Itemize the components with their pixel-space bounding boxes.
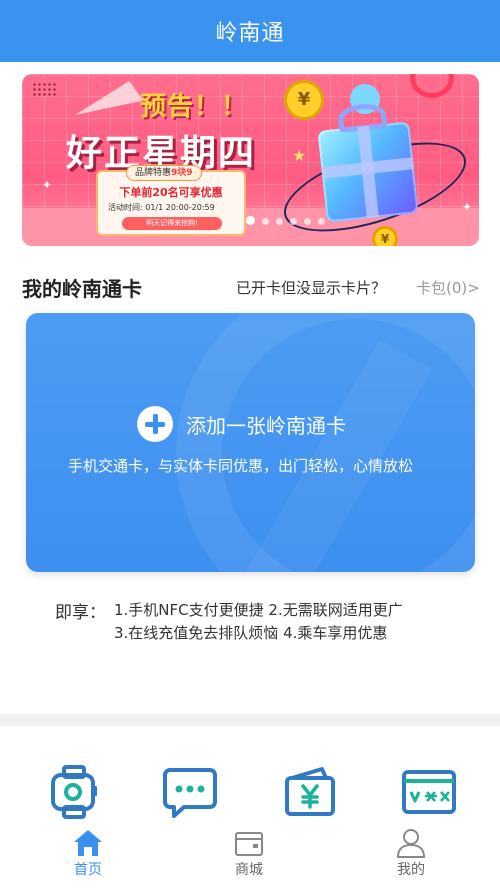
banner-pagination[interactable] — [246, 210, 332, 229]
missing-card-link[interactable]: 已开卡但没显示卡片？ — [236, 277, 386, 298]
promo-tag-price: 9块9 — [171, 168, 193, 178]
banner-preview-text: 预告！！ — [140, 92, 249, 122]
add-card-label[interactable]: 添加一张岭南通卡 — [186, 410, 346, 439]
promo-tag-prefix: 品牌特惠 — [135, 168, 172, 178]
card-wallet-link[interactable]: 卡包(0)> — [416, 277, 480, 298]
tab-home[interactable]: 首页 — [53, 828, 123, 884]
benefits-line: 3.在线充值免去排队烦恼 4.乘车享用优惠 — [114, 624, 388, 642]
pagination-dot[interactable] — [262, 218, 269, 225]
chat-shortcut-button[interactable] — [162, 764, 218, 820]
smartwatch-shortcut-button[interactable] — [46, 764, 102, 820]
pagination-dot[interactable] — [304, 218, 311, 225]
gold-coin-small-icon: ¥ — [372, 226, 398, 246]
smartwatch-icon — [51, 765, 97, 819]
promo-card: 品牌特惠9块9 下单前20名可享优惠 活动时间: 01/1 20:00-20:5… — [96, 165, 246, 236]
star-icon: ★ — [292, 146, 307, 165]
tab-home-label: 首页 — [74, 862, 102, 878]
pagination-dot-active[interactable] — [246, 216, 255, 225]
promo-banner[interactable]: ¥ ¥ ✦ ★ ✦ 预告！！ 好正星期四 品牌特惠9块9 下单前20名可享优惠 … — [22, 74, 479, 246]
promo-tag: 品牌特惠9块9 — [126, 165, 202, 181]
promo-reminder-button: 明天记得来抢购! — [122, 217, 222, 230]
user-profile-icon — [396, 829, 426, 858]
tab-me-label: 我的 — [397, 862, 425, 878]
tab-mall-label: 商城 — [235, 862, 263, 878]
shop-card-icon — [235, 832, 263, 856]
sparkle-icon: ✦ — [462, 200, 473, 214]
pagination-dot[interactable] — [276, 218, 283, 225]
promo-time-text: 活动时间: 01/1 20:00-20:59 — [108, 203, 215, 212]
sparkle-icon: ✦ — [42, 178, 53, 192]
app-header: 岭南通 — [0, 0, 500, 62]
pagination-dot[interactable] — [318, 218, 325, 225]
voucher-ticket-icon — [402, 770, 456, 814]
chat-message-icon — [163, 768, 217, 818]
gold-coin-icon: ¥ — [284, 80, 324, 120]
tab-mall[interactable]: 商城 — [214, 828, 284, 884]
promo-offer-text: 下单前20名可享优惠 — [119, 186, 223, 199]
add-card-panel[interactable]: 添加一张岭南通卡 手机交通卡，与实体卡同优惠，出门轻松，心情放松 — [26, 313, 475, 572]
banner-dots-decoration — [32, 82, 58, 96]
plus-circle-icon[interactable] — [137, 406, 173, 442]
benefits-label: 即享： — [55, 603, 106, 623]
gift-box-icon — [317, 101, 419, 223]
wallet-shortcut-button[interactable] — [282, 764, 338, 820]
home-icon — [74, 830, 102, 856]
pagination-dot[interactable] — [290, 218, 297, 225]
benefits-line: 1.手机NFC支付更便捷 2.无需联网适用更广 — [114, 601, 403, 619]
voucher-shortcut-button[interactable] — [401, 764, 457, 820]
page-title: 岭南通 — [215, 21, 285, 46]
add-card-description: 手机交通卡，与实体卡同优惠，出门轻松，心情放松 — [68, 457, 414, 475]
my-cards-title: 我的岭南通卡 — [22, 277, 142, 301]
tab-me[interactable]: 我的 — [376, 828, 446, 884]
yen-wallet-icon — [285, 767, 335, 816]
section-divider — [0, 714, 500, 726]
